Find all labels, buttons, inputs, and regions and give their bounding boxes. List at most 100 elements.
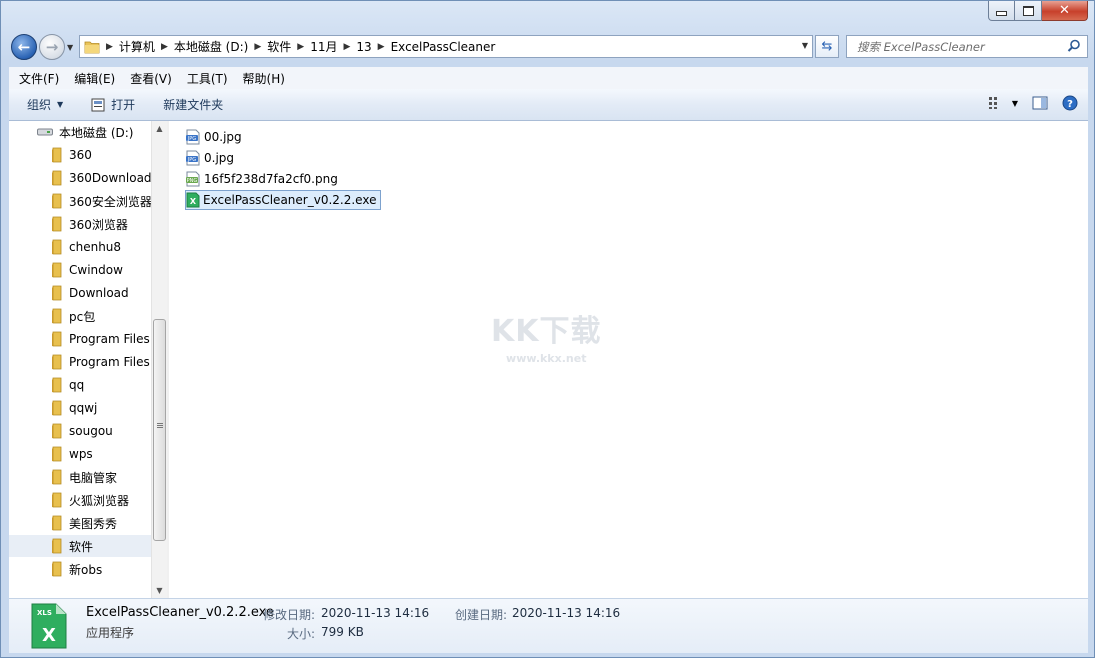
file-type-label: XLS: [37, 609, 52, 617]
file-item[interactable]: JPG 00.jpg: [185, 127, 246, 147]
folder-icon: [52, 492, 62, 508]
tree-item-label: Program Files: [69, 355, 150, 369]
tree-item-label: 360: [69, 148, 92, 162]
file-item[interactable]: PNG 16f5f238d7fa2cf0.png: [185, 169, 342, 189]
address-dropdown-icon[interactable]: ▼: [802, 41, 808, 50]
drive-icon: [37, 128, 53, 136]
details-filetype: 应用程序: [86, 626, 135, 640]
file-list-pane[interactable]: JPG 00.jpg JPG 0.jpg PNG 16f5f238d7fa2cf0.png…: [169, 121, 1088, 598]
tree-item-folder[interactable]: 软件: [9, 535, 151, 557]
created-label: 创建日期:: [455, 608, 508, 622]
scroll-up-icon[interactable]: ▲: [152, 124, 167, 133]
maximize-button[interactable]: [1015, 1, 1042, 21]
tree-item-folder[interactable]: Download: [9, 282, 151, 304]
breadcrumb-item[interactable]: ▶ ExcelPassCleaner: [372, 40, 496, 54]
breadcrumb-item[interactable]: ▶ 13: [337, 40, 371, 54]
forward-button[interactable]: →: [39, 34, 65, 60]
tree-item-drive[interactable]: 本地磁盘 (D:): [9, 121, 151, 143]
view-icon: [988, 97, 997, 109]
open-button[interactable]: 打开: [77, 96, 149, 113]
breadcrumb-separator-icon[interactable]: ▶: [161, 42, 168, 52]
tree-item-folder[interactable]: chenhu8: [9, 236, 151, 258]
jpg-file-icon: JPG: [186, 150, 200, 166]
breadcrumb-item[interactable]: ▶ 11月: [291, 38, 337, 55]
details-filename: ExcelPassCleaner_v0.2.2.exe: [86, 605, 274, 620]
svg-text:JPG: JPG: [187, 157, 196, 163]
help-icon[interactable]: ?: [1062, 95, 1078, 111]
breadcrumb-item[interactable]: ▶ 计算机: [100, 38, 155, 55]
search-input[interactable]: [855, 38, 1069, 55]
tree-item-folder[interactable]: 美图秀秀: [9, 512, 151, 534]
folder-icon: [52, 354, 62, 370]
menu-edit[interactable]: 编辑(E): [64, 70, 120, 87]
file-item[interactable]: JPG 0.jpg: [185, 148, 238, 168]
tree-item-folder[interactable]: qqwj: [9, 397, 151, 419]
size-label: 大小:: [287, 627, 316, 641]
scroll-down-icon[interactable]: ▼: [152, 586, 167, 595]
navigation-scrollbar[interactable]: ▲ ▼: [151, 121, 167, 598]
folder-icon: [52, 170, 62, 186]
tree-item-folder[interactable]: Cwindow: [9, 259, 151, 281]
svg-text:JPG: JPG: [187, 136, 196, 142]
folder-icon: [52, 400, 62, 416]
tree-item-folder[interactable]: sougou: [9, 420, 151, 442]
breadcrumb-item[interactable]: ▶ 本地磁盘 (D:): [155, 38, 248, 55]
tree-item-folder[interactable]: 360: [9, 144, 151, 166]
menu-view[interactable]: 查看(V): [120, 70, 177, 87]
minimize-button[interactable]: [988, 1, 1015, 21]
file-name: ExcelPassCleaner_v0.2.2.exe: [203, 193, 377, 207]
tree-item-folder[interactable]: qq: [9, 374, 151, 396]
breadcrumb-label: 11月: [310, 40, 338, 54]
breadcrumb-label: 13: [356, 39, 372, 54]
tree-item-folder[interactable]: 360浏览器: [9, 213, 151, 235]
folder-icon: [52, 216, 62, 232]
tree-item-folder[interactable]: 电脑管家: [9, 466, 151, 488]
tree-item-label: Download: [69, 286, 129, 300]
tree-item-folder[interactable]: 新obs: [9, 558, 151, 580]
breadcrumb-separator-icon[interactable]: ▶: [378, 42, 385, 52]
refresh-button[interactable]: ⇆: [815, 35, 839, 58]
folder-icon: [52, 308, 62, 324]
exe-file-icon: X: [186, 192, 200, 208]
scrollbar-thumb[interactable]: [153, 319, 166, 541]
tree-item-folder[interactable]: Program Files: [9, 351, 151, 373]
tree-item-folder[interactable]: 360Download: [9, 167, 151, 189]
folder-icon: [52, 331, 62, 347]
breadcrumb-separator-icon[interactable]: ▶: [343, 42, 350, 52]
breadcrumb: ▶ 计算机 ▶ 本地磁盘 (D:) ▶ 软件 ▶ 11月 ▶ 13 ▶ ExcelPassCleane…: [100, 38, 495, 55]
minimize-icon: [996, 11, 1007, 16]
organize-button[interactable]: 组织 ▼: [9, 96, 77, 113]
tree-item-folder[interactable]: wps: [9, 443, 151, 465]
recent-pages-dropdown[interactable]: ▼: [67, 43, 73, 52]
tree-item-folder[interactable]: pc包: [9, 305, 151, 327]
refresh-icon: ⇆: [821, 39, 833, 54]
back-button[interactable]: ←: [11, 34, 37, 60]
tree-item-folder[interactable]: Program Files: [9, 328, 151, 350]
folder-icon: [52, 285, 62, 301]
file-name: 00.jpg: [204, 130, 242, 144]
breadcrumb-separator-icon[interactable]: ▶: [254, 42, 261, 52]
breadcrumb-separator-icon[interactable]: ▶: [106, 42, 113, 52]
modified-value: 2020-11-13 14:16: [321, 606, 430, 620]
search-icon[interactable]: [1067, 39, 1081, 53]
address-bar[interactable]: ▶ 计算机 ▶ 本地磁盘 (D:) ▶ 软件 ▶ 11月 ▶ 13 ▶ ExcelPassCleane…: [79, 35, 813, 58]
menu-help[interactable]: 帮助(H): [233, 70, 290, 87]
tree-item-folder[interactable]: 360安全浏览器: [9, 190, 151, 212]
search-box: [846, 35, 1088, 58]
close-button[interactable]: ✕: [1042, 1, 1088, 21]
file-item[interactable]: X ExcelPassCleaner_v0.2.2.exe: [185, 190, 382, 210]
preview-pane-icon[interactable]: [1032, 96, 1048, 110]
menu-tools[interactable]: 工具(T): [177, 70, 233, 87]
tree-item-folder[interactable]: 火狐浏览器: [9, 489, 151, 511]
file-name: 0.jpg: [204, 151, 235, 165]
view-controls: ▼ ?: [988, 95, 1078, 111]
command-toolbar: 组织 ▼ 打开 新建文件夹 ▼ ?: [9, 89, 1088, 121]
grip-icon: [157, 423, 163, 424]
menu-file[interactable]: 文件(F): [9, 70, 64, 87]
view-options-button[interactable]: ▼: [988, 96, 1018, 110]
tree-item-label: 电脑管家: [69, 470, 118, 485]
breadcrumb-separator-icon[interactable]: ▶: [297, 42, 304, 52]
breadcrumb-item[interactable]: ▶ 软件: [248, 38, 291, 55]
modified-label: 修改日期:: [263, 608, 316, 622]
new-folder-button[interactable]: 新建文件夹: [149, 96, 237, 113]
